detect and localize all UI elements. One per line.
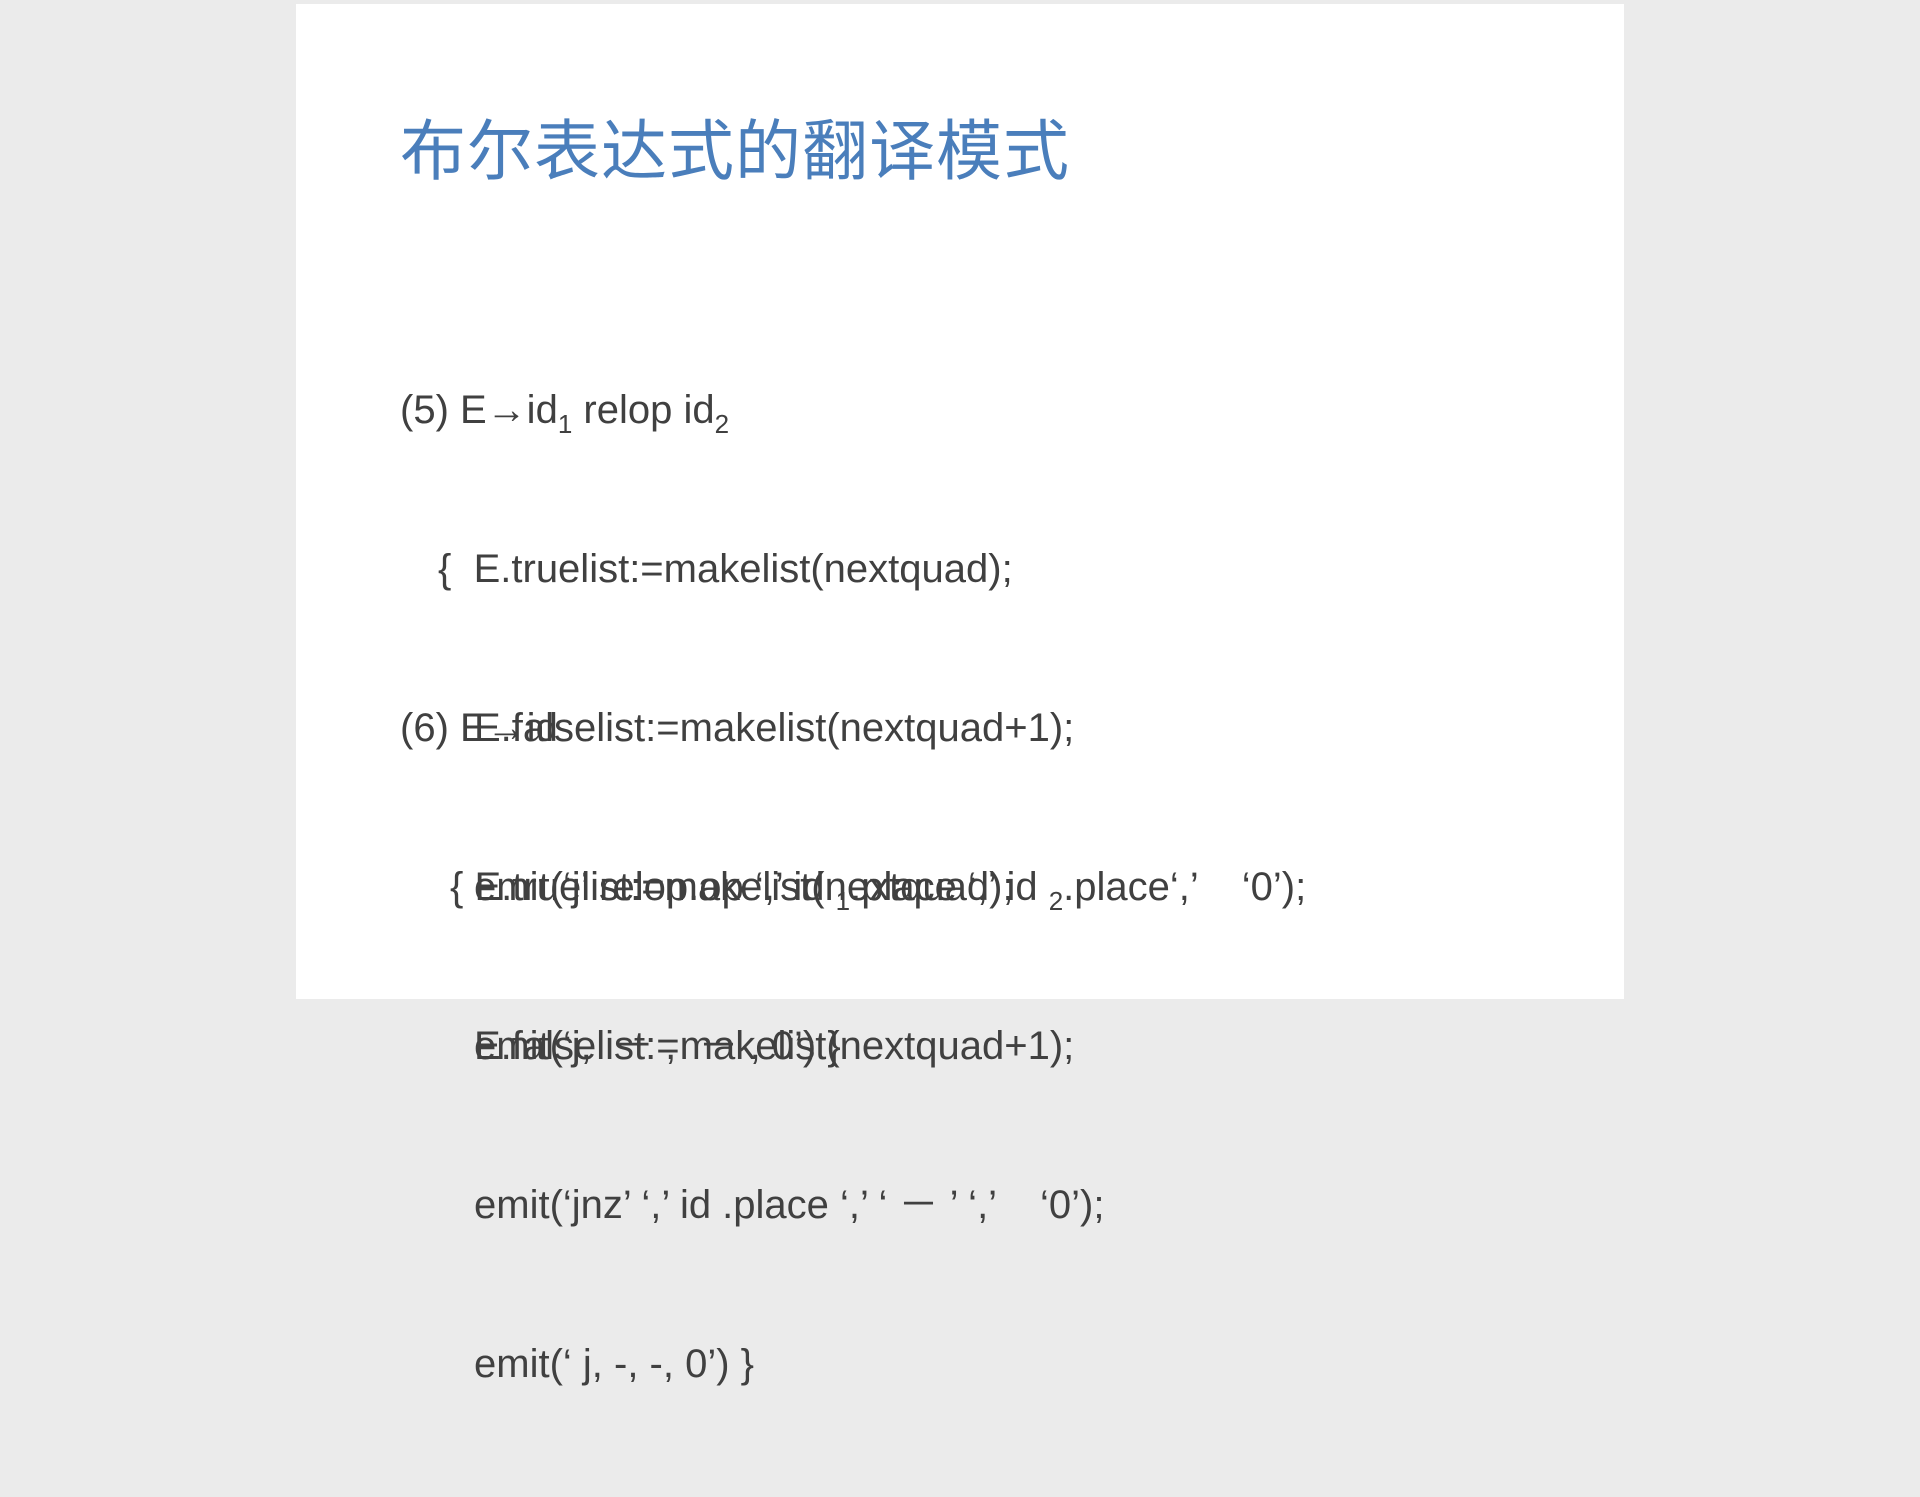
- rule-6-block: (6) E→id { E.truelist:=makelist(nextquad…: [400, 596, 1105, 1497]
- rule-6-line-falselist: E.falselist:=makelist(nextquad+1);: [474, 1024, 1075, 1068]
- slide: 布尔表达式的翻译模式 (5) E→id1 relop id2 { E.truel…: [296, 4, 1624, 1386]
- rule-6-line-emit-jump: emit(‘ j, -, -, 0’) }: [474, 1342, 755, 1386]
- rule-5-header: (5) E→id1 relop id2: [400, 384, 1306, 437]
- rule-5-head-mid: relop id: [572, 388, 715, 432]
- slide-title: 布尔表达式的翻译模式: [400, 113, 1070, 190]
- rule-5-head-prefix: (5) E→id: [400, 388, 558, 432]
- rule-5-line-truelist: { E.truelist:=makelist(nextquad);: [438, 547, 1013, 591]
- rule-6-header: (6) E→id: [400, 706, 558, 750]
- rule-5-subscript-2: 2: [714, 409, 730, 439]
- rule-6-line-emit-jnz: emit(‘jnz’ ‘,’ id .place ‘,’ ‘ － ’ ‘,’ ‘…: [474, 1183, 1105, 1227]
- rule-5-subscript-1: 1: [557, 409, 573, 439]
- rule-6-line-truelist: { E.truelist:=makelist(nextquad);: [450, 865, 1014, 909]
